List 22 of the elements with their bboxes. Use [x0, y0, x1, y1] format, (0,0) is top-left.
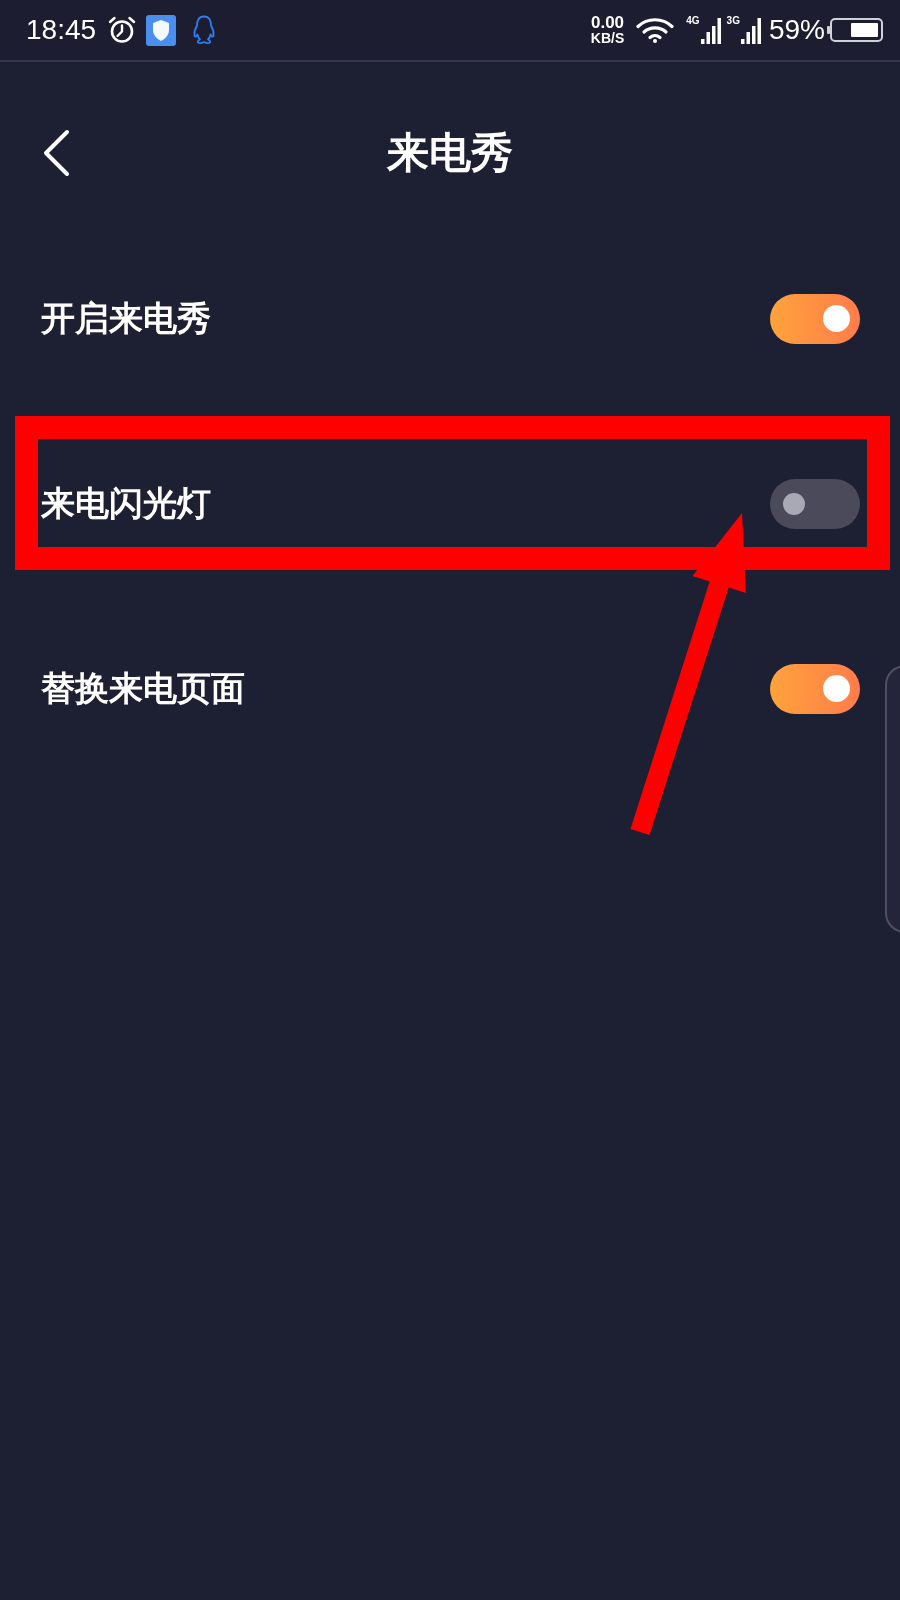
battery-percent: 59%: [768, 16, 825, 44]
setting-label: 替换来电页面: [41, 668, 245, 709]
edge-handle[interactable]: [885, 665, 900, 933]
signal-bars-icon: [740, 18, 761, 44]
network-type-label: 4G: [686, 16, 700, 26]
setting-label: 开启来电秀: [41, 298, 211, 339]
net-speed-unit: KB/S: [590, 30, 625, 46]
page-title: 来电秀: [387, 127, 513, 179]
signal-bars-icon: [700, 18, 721, 44]
network-type-label: 3G: [726, 16, 740, 26]
status-time: 18:45: [26, 16, 97, 44]
battery-icon: [827, 18, 883, 42]
alarm-clock-icon: [108, 16, 137, 44]
net-speed-value: 0.00: [591, 14, 625, 31]
setting-label: 来电闪光灯: [41, 483, 211, 524]
shield-icon: [146, 14, 177, 46]
back-icon[interactable]: [42, 129, 70, 177]
wifi-icon: [636, 17, 675, 43]
penguin-icon: [192, 15, 217, 45]
toggle-switch[interactable]: [770, 663, 860, 714]
toggle-switch[interactable]: [770, 293, 860, 344]
toggle-switch[interactable]: [770, 478, 860, 529]
